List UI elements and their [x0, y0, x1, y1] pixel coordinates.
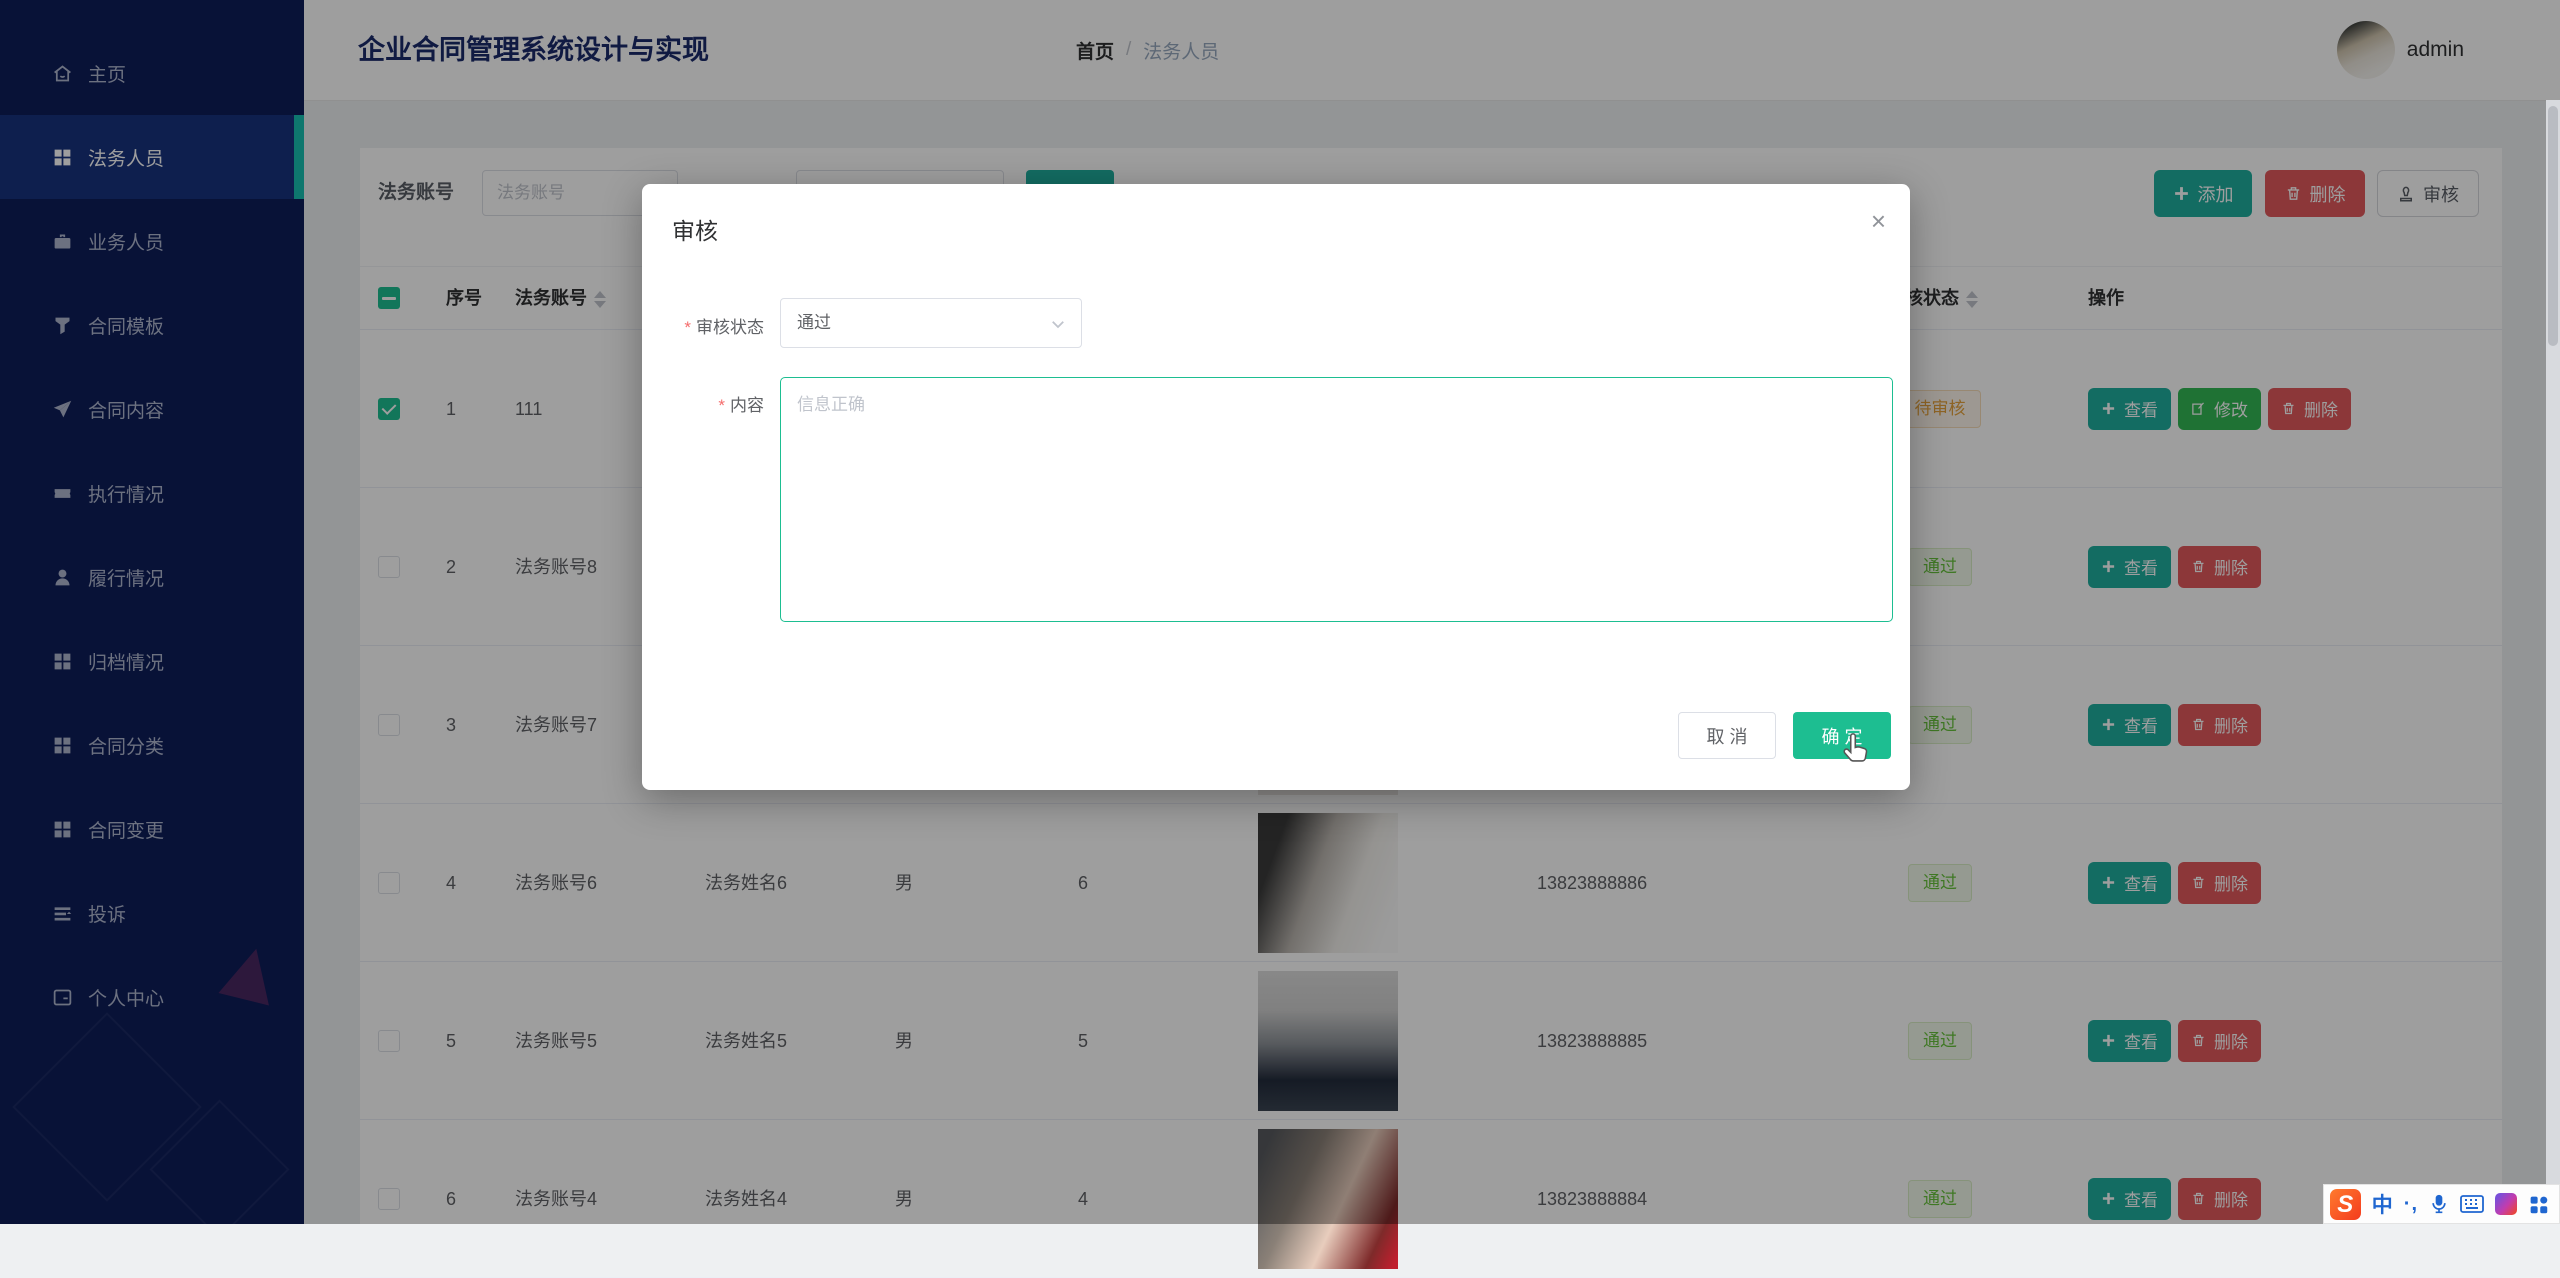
audit-content-textarea[interactable]	[780, 377, 1893, 622]
ime-punctuation[interactable]: ·,	[2404, 1193, 2418, 1216]
ime-mode-chinese[interactable]: 中	[2372, 1189, 2393, 1219]
chevron-down-icon	[1049, 315, 1067, 333]
vertical-scrollbar[interactable]	[2546, 100, 2560, 1224]
ime-toolbar: S 中 ·,	[2323, 1184, 2560, 1224]
close-icon[interactable]: ×	[1871, 208, 1886, 234]
select-value: 通过	[797, 299, 831, 347]
cancel-button[interactable]: 取 消	[1678, 712, 1776, 759]
status-field-label: *审核状态	[668, 313, 764, 338]
audit-status-select[interactable]: 通过	[780, 298, 1082, 348]
scrollbar-thumb[interactable]	[2548, 106, 2558, 346]
required-mark: *	[718, 396, 725, 415]
ime-skin-icon[interactable]	[2495, 1193, 2517, 1215]
dialog-title: 审核	[672, 212, 718, 246]
keyboard-icon[interactable]	[2460, 1194, 2484, 1214]
audit-dialog: 审核 × *审核状态 通过 *内容 取 消 确 定	[642, 184, 1910, 790]
ime-tools-grid-icon[interactable]	[2528, 1194, 2549, 1215]
confirm-button[interactable]: 确 定	[1793, 712, 1891, 759]
microphone-icon[interactable]	[2429, 1193, 2449, 1215]
sogou-logo-icon[interactable]: S	[2330, 1189, 2361, 1220]
required-mark: *	[684, 318, 691, 337]
content-field-label: *内容	[668, 391, 764, 416]
